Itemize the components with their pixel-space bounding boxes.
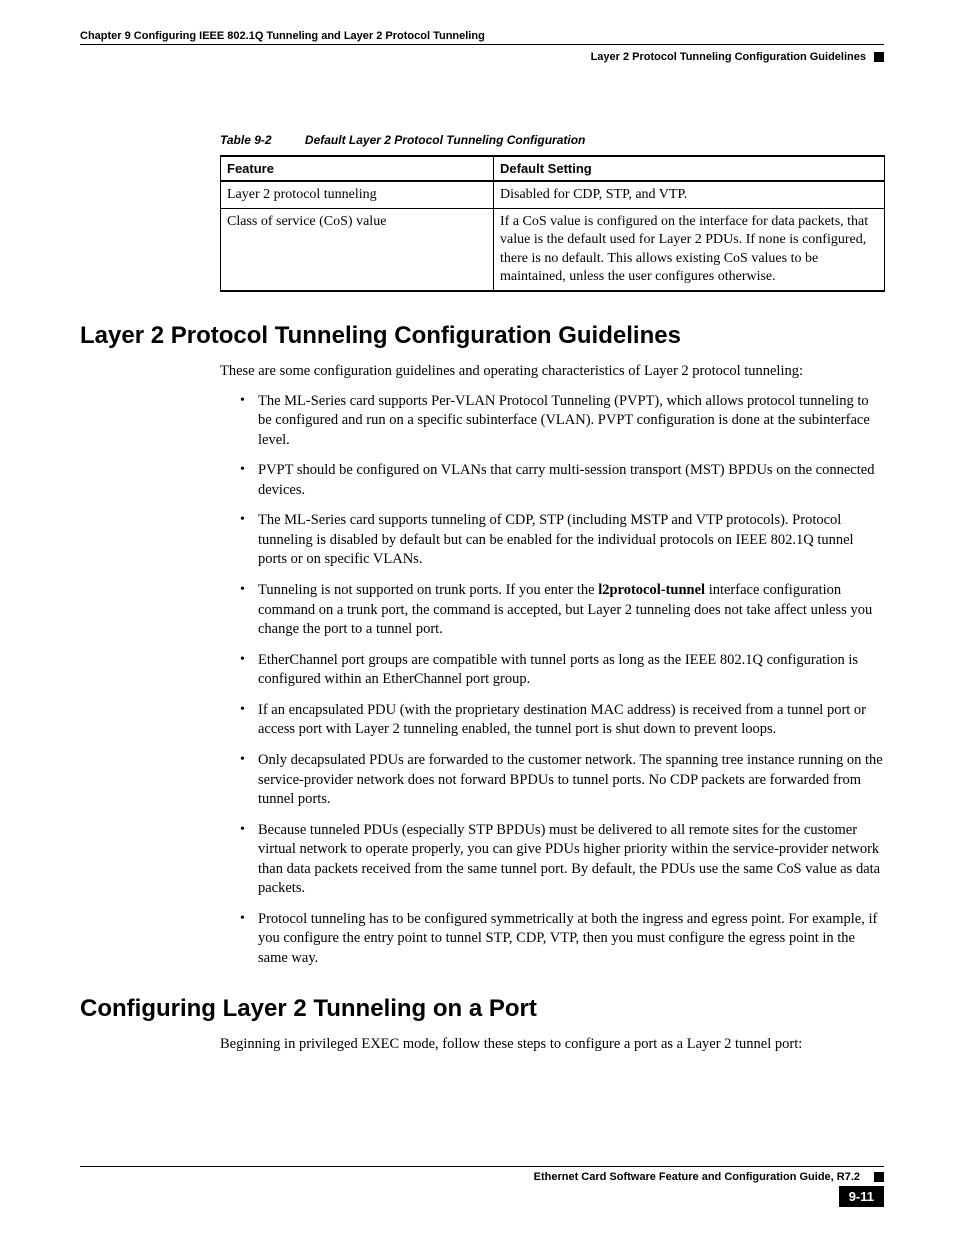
list-item: Protocol tunneling has to be configured …	[240, 910, 884, 969]
list-item-text: Tunneling is not supported on trunk port…	[258, 582, 598, 598]
table-cell-feature: Layer 2 protocol tunneling	[221, 181, 494, 209]
table-row: Class of service (CoS) value If a CoS va…	[221, 209, 885, 291]
page-number: 9-11	[839, 1186, 884, 1207]
chapter-header: Chapter 9 Configuring IEEE 802.1Q Tunnel…	[80, 30, 884, 45]
footer-marker-icon	[874, 1172, 884, 1182]
section-intro: These are some configuration guidelines …	[220, 362, 884, 382]
list-item: The ML-Series card supports tunneling of…	[240, 511, 884, 570]
guidelines-list: The ML-Series card supports Per-VLAN Pro…	[240, 392, 884, 969]
section-heading-guidelines: Layer 2 Protocol Tunneling Configuration…	[80, 322, 884, 350]
list-item: PVPT should be configured on VLANs that …	[240, 461, 884, 500]
page-footer: Ethernet Card Software Feature and Confi…	[80, 1166, 884, 1207]
section-header: Layer 2 Protocol Tunneling Configuration…	[591, 51, 866, 63]
list-item: The ML-Series card supports Per-VLAN Pro…	[240, 392, 884, 451]
list-item: Only decapsulated PDUs are forwarded to …	[240, 751, 884, 810]
list-item: EtherChannel port groups are compatible …	[240, 651, 884, 690]
table-cell-feature: Class of service (CoS) value	[221, 209, 494, 291]
section-intro: Beginning in privileged EXEC mode, follo…	[220, 1035, 884, 1055]
table-cell-setting: Disabled for CDP, STP, and VTP.	[494, 181, 885, 209]
section-heading-configuring: Configuring Layer 2 Tunneling on a Port	[80, 995, 884, 1023]
list-item: Because tunneled PDUs (especially STP BP…	[240, 821, 884, 899]
header-marker-icon	[874, 52, 884, 62]
list-item: Tunneling is not supported on trunk port…	[240, 581, 884, 640]
table-cell-setting: If a CoS value is configured on the inte…	[494, 209, 885, 291]
config-table: Feature Default Setting Layer 2 protocol…	[220, 155, 885, 292]
table-header-setting: Default Setting	[494, 156, 885, 181]
footer-guide-title: Ethernet Card Software Feature and Confi…	[80, 1171, 868, 1183]
table-header-feature: Feature	[221, 156, 494, 181]
table-row: Layer 2 protocol tunneling Disabled for …	[221, 181, 885, 209]
table-caption: Table 9-2 Default Layer 2 Protocol Tunne…	[220, 133, 884, 147]
table-label: Table 9-2	[220, 133, 272, 147]
table-title: Default Layer 2 Protocol Tunneling Confi…	[305, 133, 585, 147]
list-item: If an encapsulated PDU (with the proprie…	[240, 701, 884, 740]
command-name: l2protocol-tunnel	[598, 582, 705, 598]
